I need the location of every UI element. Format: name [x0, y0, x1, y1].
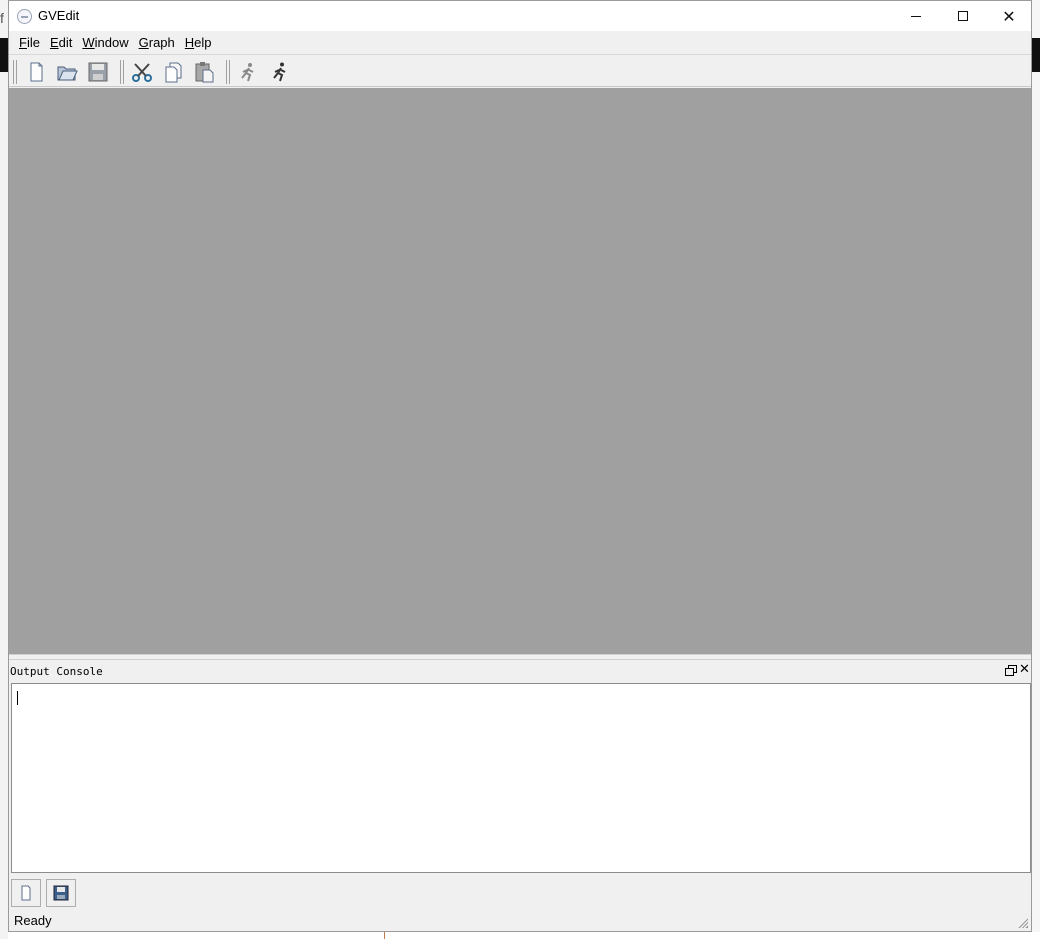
menu-bar: File Edit Window Graph Help: [9, 31, 1031, 53]
save-file-button[interactable]: [85, 59, 111, 85]
background-left: [0, 0, 8, 939]
minimize-button[interactable]: [893, 1, 939, 31]
cut-button[interactable]: [129, 59, 155, 85]
background-right: [1032, 0, 1040, 939]
menu-edit[interactable]: Edit: [45, 35, 77, 50]
mdi-workspace[interactable]: [9, 88, 1031, 654]
runner-icon: [273, 62, 286, 82]
toolbar: [9, 54, 1031, 87]
new-file-icon: [30, 62, 43, 82]
copy-icon: [165, 62, 182, 83]
runner-settings-icon: [241, 63, 254, 82]
background-left-text: f: [0, 10, 4, 26]
save-console-button[interactable]: [46, 879, 76, 907]
open-folder-icon: [57, 66, 78, 81]
title-bar[interactable]: GVEdit ✕: [9, 1, 1031, 31]
paste-icon: [195, 62, 214, 83]
window-title: GVEdit: [38, 8, 80, 23]
toolbar-grip-3[interactable]: [226, 60, 230, 84]
save-icon: [88, 62, 108, 82]
scissors-icon: [132, 63, 152, 82]
background-left-dark: [0, 38, 8, 72]
copy-button[interactable]: [160, 59, 186, 85]
open-file-button[interactable]: [54, 59, 80, 85]
background-right-dark: [1032, 38, 1040, 72]
close-icon: ✕: [1002, 6, 1016, 26]
output-console-text[interactable]: [11, 683, 1031, 873]
layout-settings-button[interactable]: [235, 59, 261, 85]
minimize-icon: [911, 15, 921, 17]
dock-splitter[interactable]: [9, 654, 1031, 660]
close-button[interactable]: ✕: [986, 1, 1032, 31]
app-icon: [17, 9, 32, 24]
status-text: Ready: [14, 913, 52, 928]
close-dock-icon[interactable]: ✕: [1019, 662, 1030, 677]
run-button[interactable]: [266, 59, 292, 85]
new-file-button[interactable]: [23, 59, 49, 85]
menu-file[interactable]: File: [14, 35, 45, 50]
float-dock-icon[interactable]: [1005, 664, 1017, 676]
toolbar-grip-2[interactable]: [120, 60, 124, 84]
paste-button[interactable]: [191, 59, 217, 85]
new-console-button[interactable]: [11, 879, 41, 907]
save-icon: [53, 885, 69, 901]
output-console-titlebar[interactable]: Output Console ✕: [9, 662, 1031, 682]
menu-window[interactable]: Window: [77, 35, 133, 50]
gvedit-window: GVEdit ✕ File Edit Window Graph Help Out…: [8, 0, 1032, 932]
maximize-icon: [958, 11, 968, 21]
background-bottom: [8, 932, 1040, 939]
text-caret: [17, 691, 18, 705]
menu-help[interactable]: Help: [180, 35, 217, 50]
resize-grip-icon[interactable]: [1017, 917, 1028, 928]
toolbar-grip[interactable]: [13, 60, 17, 84]
status-bar: Ready: [9, 909, 1031, 931]
output-console-title: Output Console: [10, 665, 103, 678]
new-file-icon: [21, 885, 31, 901]
maximize-button[interactable]: [940, 1, 986, 31]
console-button-bar: [9, 874, 1031, 908]
menu-graph[interactable]: Graph: [134, 35, 180, 50]
